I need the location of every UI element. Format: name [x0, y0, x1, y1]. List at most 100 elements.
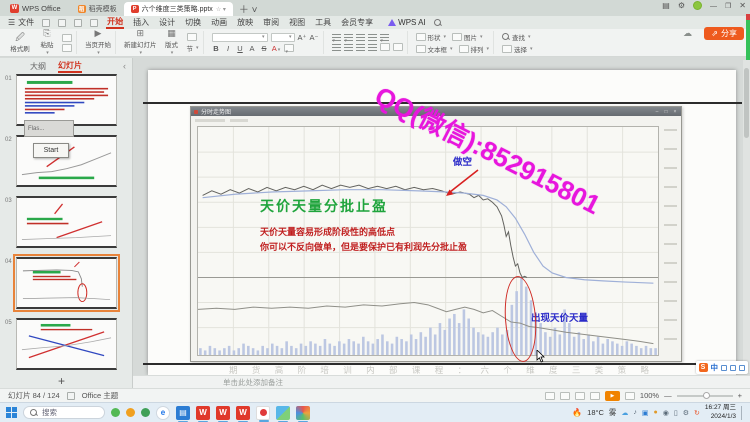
- tray-app-icon-1[interactable]: ▣: [642, 409, 649, 417]
- textbox-button[interactable]: 文本框: [416, 44, 453, 54]
- scrollbar-thumb[interactable]: [744, 68, 749, 138]
- zoom-slider[interactable]: [677, 395, 733, 397]
- minimize-button[interactable]: [710, 1, 717, 10]
- text-direction-button[interactable]: [393, 43, 403, 51]
- start-button[interactable]: [6, 407, 17, 418]
- photos-app-icon[interactable]: [276, 406, 290, 420]
- slide-text-line2[interactable]: 你可以不反向做单，但是要保护已有利润先分批止盈: [260, 240, 467, 253]
- slide-sorter-icon[interactable]: [575, 392, 585, 400]
- slide-title[interactable]: 天价天量分批止盈: [260, 196, 388, 216]
- bold-button[interactable]: B: [212, 44, 221, 53]
- slide-thumbnail[interactable]: [16, 74, 117, 126]
- cloud-sync-icon[interactable]: ☁: [683, 28, 692, 39]
- comment-view-icon[interactable]: [545, 392, 555, 400]
- ime-mic-icon[interactable]: [730, 365, 736, 371]
- tab-outline[interactable]: 大纲: [30, 61, 46, 72]
- ime-pen-icon[interactable]: [721, 365, 727, 371]
- menu-item-member[interactable]: 会员专享: [340, 17, 374, 28]
- zoom-out-button[interactable]: —: [664, 391, 672, 400]
- flash-start-button[interactable]: Start: [33, 143, 69, 158]
- indent-decrease-button[interactable]: [356, 34, 365, 41]
- menu-item-insert[interactable]: 插入: [132, 17, 150, 28]
- indent-increase-button[interactable]: [368, 34, 377, 41]
- zoom-level[interactable]: 100%: [640, 391, 659, 400]
- tray-mic-icon[interactable]: ♪: [633, 409, 637, 416]
- pin-tab-icon[interactable]: ☆ ▾: [216, 6, 226, 13]
- line-spacing-button[interactable]: [380, 34, 389, 41]
- browser-icon[interactable]: e: [156, 406, 170, 420]
- slide-thumb-item-4-selected[interactable]: 04: [0, 257, 132, 309]
- slideshow-play-button[interactable]: ▶: [605, 391, 620, 401]
- play-from-current-button[interactable]: ▶ 当页开始: [85, 29, 111, 56]
- tray-sync-icon[interactable]: ↻: [694, 409, 700, 417]
- number-list-button[interactable]: [344, 34, 353, 41]
- wps-home-button[interactable]: W WPS Office: [0, 0, 71, 16]
- print-icon[interactable]: [58, 19, 66, 27]
- tray-app-icon-2[interactable]: ●: [654, 409, 658, 416]
- align-left-button[interactable]: [332, 44, 341, 51]
- paste-button[interactable]: ⎘ 粘贴: [35, 29, 59, 56]
- menu-item-transition[interactable]: 切换: [184, 17, 202, 28]
- underline-button[interactable]: U: [236, 44, 245, 53]
- tray-phone-icon[interactable]: ▯: [674, 409, 678, 417]
- highlight-color-button[interactable]: [284, 44, 294, 52]
- wps-app-icon-3[interactable]: W: [236, 406, 250, 420]
- menu-item-slideshow[interactable]: 放映: [236, 17, 254, 28]
- normal-view-icon[interactable]: [560, 392, 570, 400]
- tab-document[interactable]: P 六个维度三类策略.pptx ☆ ▾: [124, 2, 233, 16]
- wps-app-icon-1[interactable]: W: [196, 406, 210, 420]
- tray-volume-icon[interactable]: ◉: [663, 409, 669, 417]
- file-menu-button[interactable]: ☰ 文件: [8, 17, 34, 28]
- ime-mode-indicator[interactable]: 中: [711, 362, 719, 373]
- layout-switch-icon[interactable]: [662, 1, 670, 10]
- weather-word[interactable]: 雾: [609, 407, 617, 418]
- huge-volume-label[interactable]: 出现天价天量: [531, 310, 588, 324]
- fullscreen-icon[interactable]: [625, 392, 635, 400]
- ime-toolbar[interactable]: S 中: [696, 361, 749, 374]
- menu-item-animation[interactable]: 动画: [210, 17, 228, 28]
- save-icon[interactable]: [42, 19, 50, 27]
- format-painter-button[interactable]: 🖉 格式刷: [8, 33, 32, 53]
- zoom-in-button[interactable]: +: [738, 391, 742, 400]
- reset-icon[interactable]: [187, 33, 197, 41]
- search-icon[interactable]: [434, 19, 442, 27]
- ime-keyboard-icon[interactable]: [739, 365, 745, 371]
- widget-sun-icon[interactable]: [126, 408, 135, 417]
- shapes-button[interactable]: 形状: [416, 32, 447, 42]
- menu-item-view[interactable]: 视图: [288, 17, 306, 28]
- close-button[interactable]: [739, 1, 746, 10]
- wps-ai-button[interactable]: WPS AI: [388, 18, 426, 27]
- hot-news-icon[interactable]: 🔥: [572, 408, 582, 417]
- cut-icon[interactable]: [62, 34, 72, 42]
- shadow-button[interactable]: A: [248, 44, 257, 53]
- bullet-list-button[interactable]: [332, 34, 341, 41]
- wps-app-icon-2[interactable]: W: [216, 406, 230, 420]
- slide-layout-button[interactable]: ▦ 版式: [160, 29, 184, 56]
- editing-canvas[interactable]: 分时走势图 – □ × QQ(微信: [133, 58, 750, 375]
- settings-icon[interactable]: [678, 1, 685, 10]
- new-slide-button[interactable]: ⊞ 新建幻灯片: [124, 29, 157, 56]
- align-right-button[interactable]: [356, 44, 365, 51]
- collapse-panel-icon[interactable]: ‹: [123, 61, 126, 71]
- align-justify-button[interactable]: [368, 44, 377, 51]
- picture-button[interactable]: 图片: [452, 32, 483, 42]
- menu-item-home[interactable]: 开始: [106, 16, 124, 29]
- slide-thumb-item-1[interactable]: 01: [0, 74, 132, 126]
- slide-text-line1[interactable]: 天价天量容易形成阶段性的高低点: [260, 225, 395, 238]
- maximize-button[interactable]: [725, 1, 731, 10]
- font-size-select[interactable]: [271, 33, 295, 42]
- share-button[interactable]: ⇗ 分享: [704, 27, 744, 40]
- music-app-icon[interactable]: [256, 406, 270, 420]
- slide-thumbnail[interactable]: [16, 196, 117, 248]
- undo-icon[interactable]: [74, 19, 82, 27]
- slide-thumb-item-3[interactable]: 03: [0, 196, 132, 248]
- canvas-scrollbar[interactable]: [743, 60, 750, 373]
- arrange-button[interactable]: 排列: [459, 44, 490, 54]
- align-center-button[interactable]: [344, 44, 353, 51]
- sogou-logo-icon[interactable]: S: [699, 363, 708, 372]
- menu-item-design[interactable]: 设计: [158, 17, 176, 28]
- add-slide-button[interactable]: +: [58, 374, 65, 388]
- slide-canvas[interactable]: 分时走势图 – □ × QQ(微信: [148, 70, 736, 375]
- slide-thumb-item-5[interactable]: 05: [0, 318, 132, 370]
- new-tab-button[interactable]: ＋ ˅: [233, 1, 264, 16]
